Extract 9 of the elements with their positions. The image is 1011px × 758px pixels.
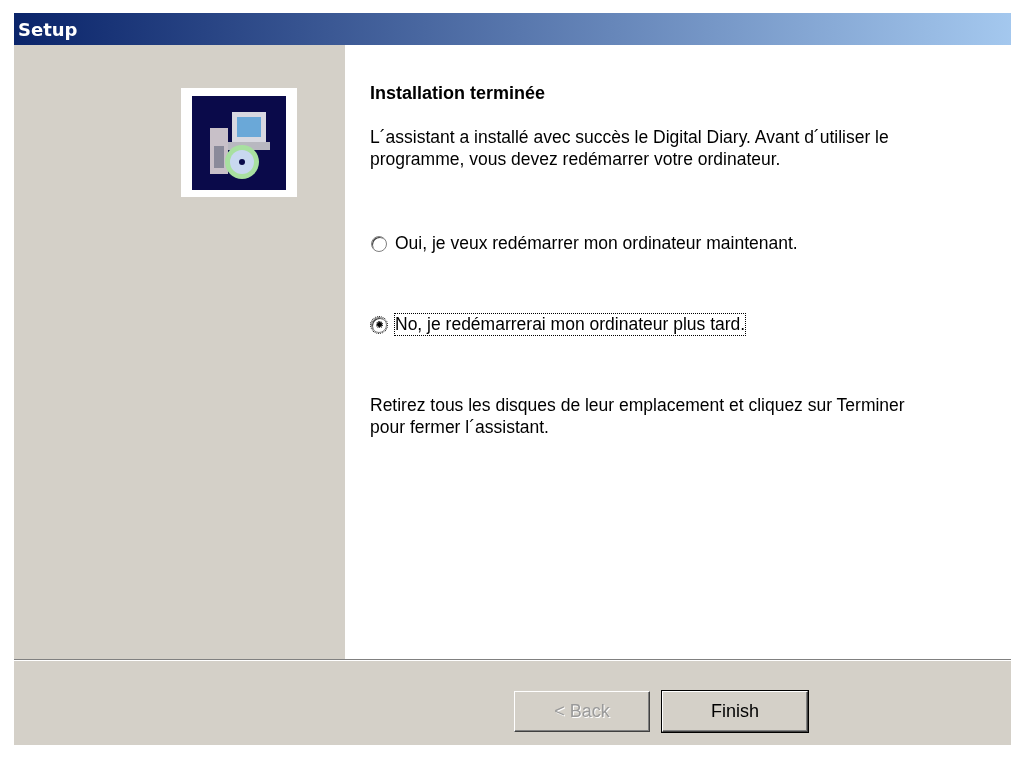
computer-cd-icon	[192, 95, 286, 190]
intro-text: L´assistant a installé avec succès le Digital Diary. Avant d´utiliser le programme, vous devez redémarrer votre ordinateur.	[370, 126, 890, 170]
instruction-text: Retirez tous les disques de leur emplacement et cliquez sur Terminer pour fermer l´assistant.	[370, 394, 906, 438]
restart-option[interactable]: No, je redémarrerai mon ordinateur plus tard.	[370, 313, 749, 336]
radio-button[interactable]	[371, 316, 387, 333]
window-title: Setup	[14, 13, 1011, 45]
page-heading: Installation terminée	[370, 83, 547, 104]
finish-button[interactable]: Finish	[662, 691, 808, 732]
restart-option[interactable]: Oui, je veux redémarrer mon ordinateur maintenant.	[370, 232, 801, 255]
